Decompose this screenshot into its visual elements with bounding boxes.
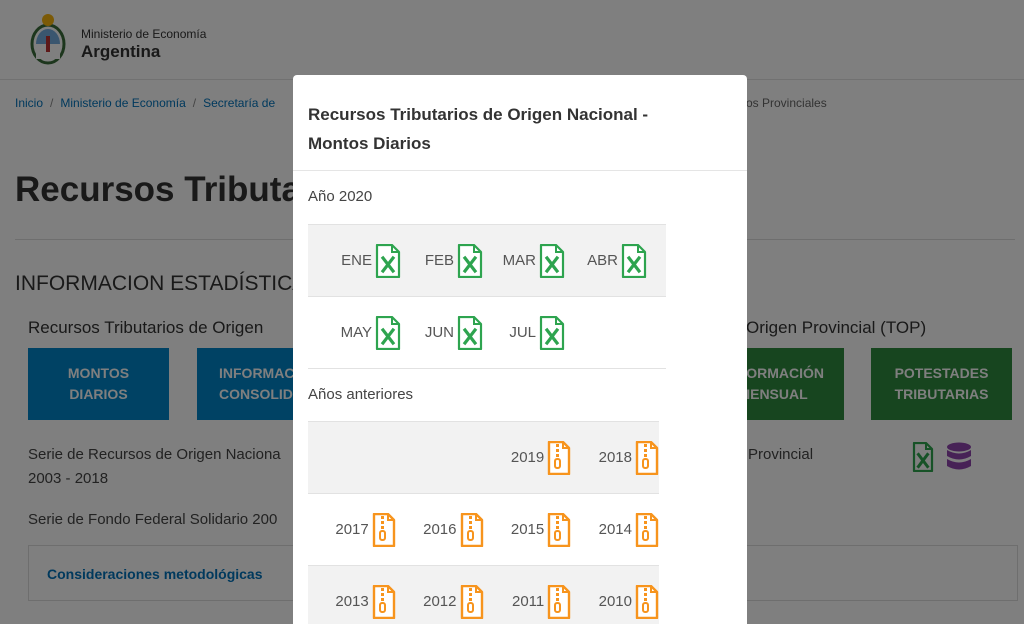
month-label: JUL [509, 324, 536, 341]
month-download-abr[interactable]: ABR [565, 243, 647, 278]
year-download-2019[interactable]: 2019 [484, 440, 572, 475]
modal-header: Recursos Tributarios de Origen Nacional … [293, 75, 747, 171]
year-label: 2015 [510, 521, 545, 538]
year-download-2016[interactable]: 2016 [396, 512, 484, 547]
zip-file-icon[interactable] [460, 512, 484, 547]
year-label: 2016 [423, 521, 457, 538]
zip-file-icon[interactable] [635, 440, 659, 475]
month-download-may[interactable]: MAY [319, 315, 401, 350]
zip-file-icon[interactable] [547, 584, 571, 619]
zip-file-icon[interactable] [547, 512, 571, 547]
zip-file-icon[interactable] [372, 584, 396, 619]
year-download-2012[interactable]: 2012 [396, 584, 484, 619]
year-label: 2018 [598, 449, 632, 466]
month-row: ENE FEB MAR ABR [308, 225, 666, 297]
month-download-feb[interactable]: FEB [401, 243, 483, 278]
zip-file-icon[interactable] [635, 512, 659, 547]
month-label: ABR [587, 252, 618, 269]
year-label: 2017 [335, 521, 369, 538]
year-label: 2010 [598, 593, 632, 610]
modal-title: Recursos Tributarios de Origen Nacional … [308, 105, 649, 153]
year-download-2013[interactable]: 2013 [308, 584, 396, 619]
month-row: MAY JUN JUL [308, 297, 666, 369]
downloads-modal: Recursos Tributarios de Origen Nacional … [293, 75, 747, 624]
zip-file-icon[interactable] [460, 584, 484, 619]
month-label: ENE [341, 252, 372, 269]
year-download-2017[interactable]: 2017 [308, 512, 396, 547]
month-label: MAY [340, 324, 372, 341]
excel-file-icon[interactable] [539, 315, 565, 350]
year-download-2015[interactable]: 2015 [484, 512, 572, 547]
year-row: 2017 2016 2015 2014 [308, 494, 659, 566]
previous-years-table: 2019 2018 2017 2016 2015 2014 2013 2012 2011 2010 [308, 421, 659, 624]
year-download-2014[interactable]: 2014 [571, 512, 659, 547]
zip-file-icon[interactable] [372, 512, 396, 547]
previous-years-label: Años anteriores [308, 386, 414, 403]
zip-file-icon[interactable] [635, 584, 659, 619]
year-label: 2019 [510, 449, 545, 466]
excel-file-icon[interactable] [457, 243, 483, 278]
month-download-jul[interactable]: JUL [483, 315, 565, 350]
year-2020-label: Año 2020 [308, 188, 373, 205]
zip-file-icon[interactable] [547, 440, 571, 475]
month-download-ene[interactable]: ENE [319, 243, 401, 278]
month-label: FEB [424, 252, 454, 269]
excel-file-icon[interactable] [621, 243, 647, 278]
month-label: MAR [502, 252, 536, 269]
month-label: JUN [424, 324, 454, 341]
month-download-mar[interactable]: MAR [483, 243, 565, 278]
excel-file-icon[interactable] [457, 315, 483, 350]
months-table: ENE FEB MAR ABR MAY JUN JUL [308, 224, 666, 369]
year-label: 2011 [511, 593, 545, 610]
excel-file-icon[interactable] [375, 315, 401, 350]
year-row: 2019 2018 [308, 422, 659, 494]
year-download-2010[interactable]: 2010 [571, 584, 659, 619]
excel-file-icon[interactable] [539, 243, 565, 278]
year-download-2011[interactable]: 2011 [484, 584, 572, 619]
year-label: 2012 [423, 593, 457, 610]
month-download-jun[interactable]: JUN [401, 315, 483, 350]
year-label: 2013 [335, 593, 369, 610]
year-download-2018[interactable]: 2018 [571, 440, 659, 475]
year-row: 2013 2012 2011 2010 [308, 566, 659, 624]
year-label: 2014 [598, 521, 632, 538]
excel-file-icon[interactable] [375, 243, 401, 278]
